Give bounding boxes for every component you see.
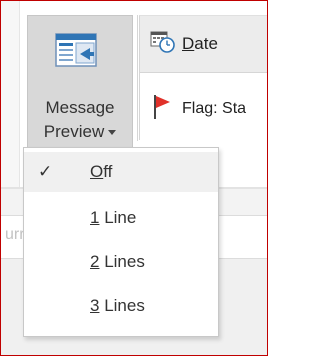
arrange-by-date-item[interactable]: Date <box>140 16 267 73</box>
menu-item-label: 3 Lines <box>90 296 145 315</box>
calendar-clock-icon <box>150 30 176 54</box>
date-label-rest: ate <box>194 34 218 53</box>
menu-item-2-lines[interactable]: 2 Lines <box>24 242 218 282</box>
menu-item-1-line[interactable]: 1 Line <box>24 198 218 238</box>
screenshot-frame: Message Preview Date Flag: Sta ✓ Off 1 L… <box>0 0 268 356</box>
message-preview-label: Preview <box>43 122 105 141</box>
message-preview-label-line1: Message <box>45 98 115 117</box>
message-preview-button[interactable]: Message Preview <box>27 15 133 153</box>
chevron-down-icon <box>108 130 117 136</box>
message-preview-label-line2: Preview <box>28 122 132 142</box>
menu-item-3-lines[interactable]: 3 Lines <box>24 286 218 326</box>
arrangement-gallery: Date Flag: Sta <box>139 15 267 140</box>
arrange-by-flag-item[interactable]: Flag: Sta <box>140 88 267 144</box>
menu-item-label: 2 Lines <box>90 252 145 271</box>
message-preview-dropdown: ✓ Off 1 Line 2 Lines 3 Lines <box>23 147 219 337</box>
checkmark-icon: ✓ <box>38 162 53 181</box>
date-label: Date <box>182 34 218 54</box>
group-separator <box>137 15 138 141</box>
menu-item-label: Off <box>90 162 113 181</box>
message-preview-icon <box>50 30 104 74</box>
flag-start-date-label: Flag: Sta <box>182 100 247 117</box>
ribbon-left-strip <box>1 1 20 189</box>
menu-item-label: 1 Line <box>90 208 137 227</box>
menu-item-off[interactable]: ✓ Off <box>24 152 218 192</box>
date-mnemonic: D <box>182 34 195 53</box>
red-flag-icon <box>152 94 172 120</box>
